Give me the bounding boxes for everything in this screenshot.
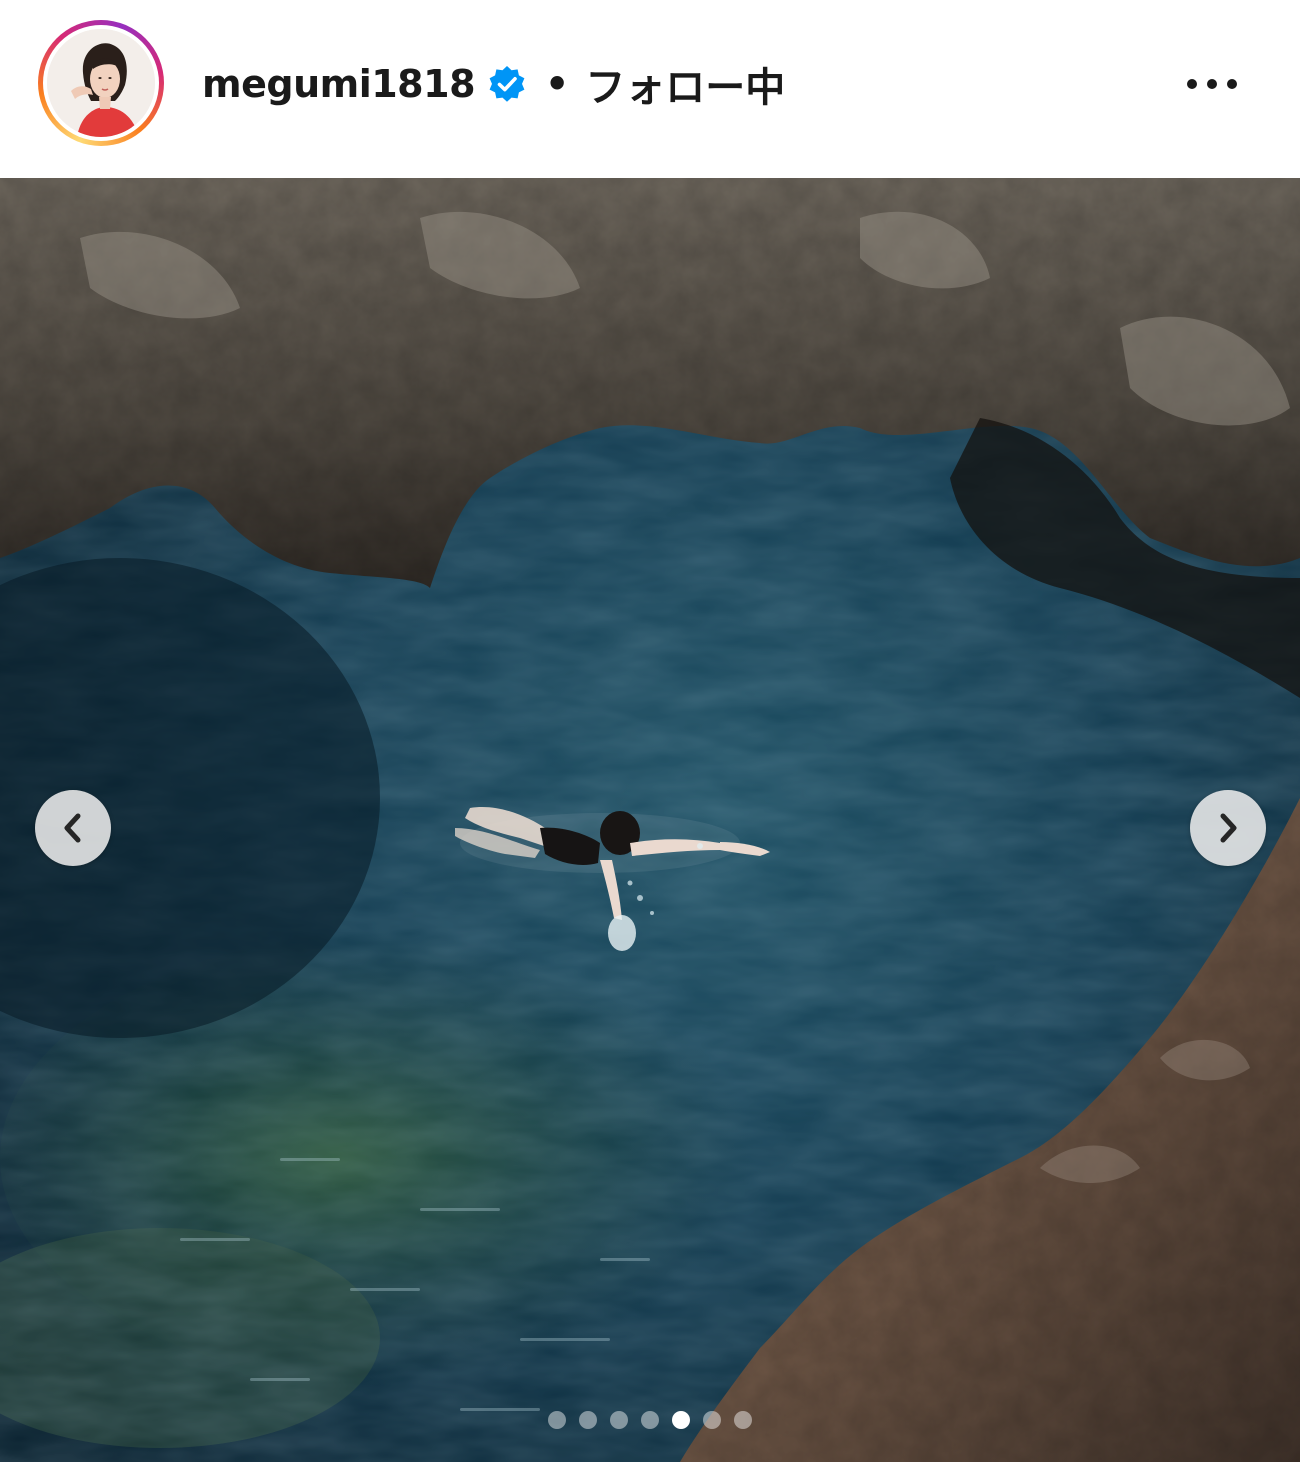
username-row: megumi1818 • フォロー中 xyxy=(202,52,785,116)
carousel-dot xyxy=(672,1411,690,1429)
carousel-dot xyxy=(703,1411,721,1429)
cave-pool-photo xyxy=(0,178,1300,1462)
carousel-indicator xyxy=(0,1408,1300,1432)
following-button[interactable]: フォロー中 xyxy=(585,55,785,113)
carousel-next-button[interactable] xyxy=(1190,790,1266,866)
carousel-prev-button[interactable] xyxy=(35,790,111,866)
carousel-dot xyxy=(610,1411,628,1429)
avatar[interactable] xyxy=(47,29,155,137)
avatar-portrait xyxy=(47,29,155,137)
carousel-dot xyxy=(548,1411,566,1429)
username[interactable]: megumi1818 xyxy=(202,62,476,106)
chevron-right-icon xyxy=(1220,813,1237,843)
more-options-icon xyxy=(1187,79,1237,89)
carousel-dot xyxy=(734,1411,752,1429)
separator-dot: • xyxy=(545,62,570,106)
carousel-dot xyxy=(641,1411,659,1429)
story-ring[interactable] xyxy=(38,20,164,146)
carousel-dot xyxy=(579,1411,597,1429)
post-header: megumi1818 • フォロー中 xyxy=(0,0,1300,178)
chevron-left-icon xyxy=(64,813,81,843)
verified-badge-icon xyxy=(489,66,525,102)
post-photo[interactable] xyxy=(0,178,1300,1462)
more-options-button[interactable] xyxy=(1180,62,1244,106)
